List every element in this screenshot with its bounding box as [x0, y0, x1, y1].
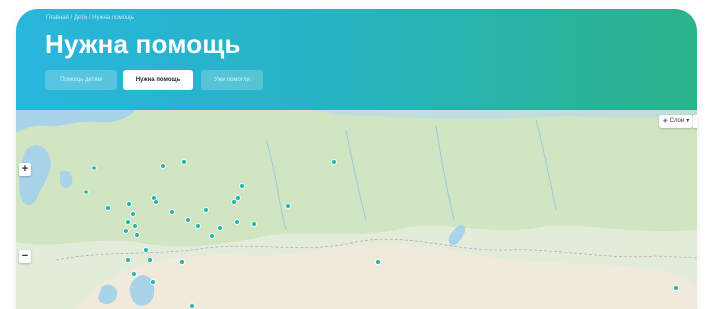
zoom-out-button[interactable]: −	[19, 250, 31, 263]
zoom-in-button[interactable]: +	[19, 163, 31, 176]
tab-already-helped[interactable]: Уже помогли	[201, 70, 263, 90]
page-header: Главная / Дети / Нужна помощь Нужна помо…	[16, 9, 697, 110]
layers-icon: ◈	[663, 118, 668, 124]
help-needed-card: Главная / Дети / Нужна помощь Нужна помо…	[16, 9, 697, 309]
map-view[interactable]: + − ◈ Слои ▾	[16, 110, 697, 309]
layers-button[interactable]: ◈ Слои ▾	[659, 115, 693, 128]
chevron-down-icon: ▾	[686, 118, 690, 124]
map-control-edge[interactable]	[693, 115, 697, 128]
page-title: Нужна помощь	[45, 29, 241, 59]
layers-label: Слои	[669, 118, 685, 124]
breadcrumb[interactable]: Главная / Дети / Нужна помощь	[46, 15, 134, 21]
map-canvas	[16, 110, 697, 309]
tab-help-children[interactable]: Помощь детям	[45, 70, 117, 90]
tab-help-needed[interactable]: Нужна помощь	[123, 70, 193, 90]
